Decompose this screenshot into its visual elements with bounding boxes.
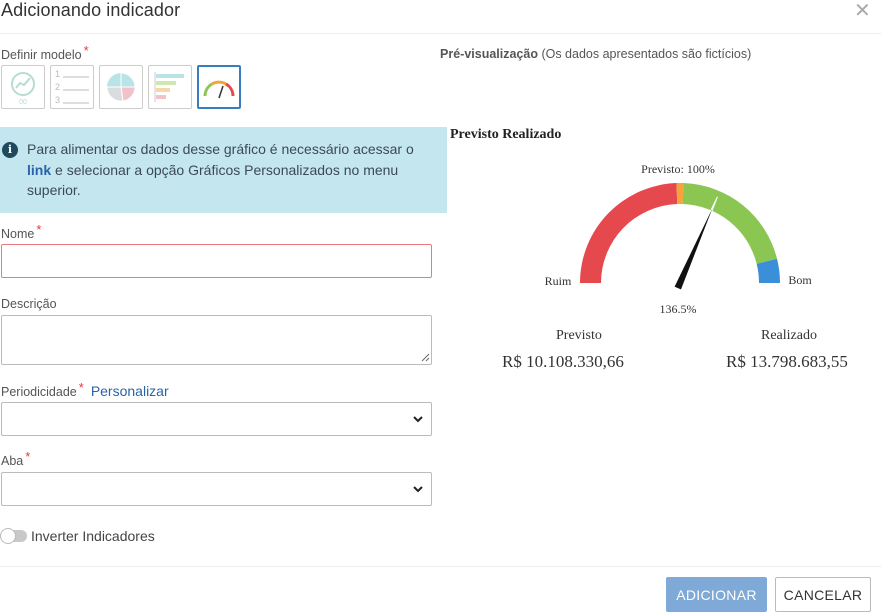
horizontal-bar-icon (154, 72, 184, 102)
required-mark: * (36, 222, 42, 237)
tab-label: Aba (1, 454, 24, 468)
info-alert: i Para alimentar os dados desse gráfico … (0, 127, 447, 213)
description-textarea[interactable] (1, 315, 432, 365)
actual-label: Realizado (761, 328, 817, 343)
footer-divider (0, 566, 881, 567)
model-option-horizontal-bar[interactable] (148, 65, 192, 109)
actual-value: R$ 13.798.683,55 (726, 352, 848, 371)
gauge-band-previsto (676, 183, 684, 205)
model-option-list[interactable]: 1 2 3 (50, 65, 94, 109)
info-icon: i (2, 142, 18, 158)
preview-label-rest: (Os dados apresentados são fictícios) (537, 47, 752, 61)
svg-text:1: 1 (55, 69, 60, 79)
model-option-line-chart[interactable]: 00 (1, 65, 45, 109)
chart-title: Previsto Realizado (450, 127, 562, 142)
preview-label-bold: Pré-visualização (440, 47, 538, 61)
invert-label: Inverter Indicadores (31, 528, 155, 544)
description-label: Descrição (1, 297, 57, 311)
tab-select[interactable] (1, 472, 432, 506)
model-option-pie[interactable] (99, 65, 143, 109)
model-selector: 00 1 2 3 (1, 65, 241, 109)
info-text-before: Para alimentar os dados desse gráfico é … (27, 141, 414, 157)
chevron-down-icon (413, 486, 423, 493)
gauge-needle (673, 196, 718, 291)
required-mark: * (25, 449, 31, 464)
pie-chart-icon (106, 72, 136, 102)
required-mark: * (83, 43, 89, 58)
gauge-value-label: 136.5% (660, 302, 697, 316)
toggle-knob (0, 528, 16, 544)
periodicity-label-wrapper: Periodicidade * Personalizar (1, 380, 169, 399)
svg-text:00: 00 (19, 99, 27, 105)
personalize-link[interactable]: Personalizar (91, 383, 169, 399)
gauge-chart: Previsto: 100% Ruim Bom 136.5% (545, 162, 813, 316)
invert-toggle[interactable] (0, 528, 27, 544)
numbered-list-icon: 1 2 3 (55, 69, 89, 105)
gauge-band-ruim (580, 183, 678, 283)
model-option-gauge[interactable] (197, 65, 241, 109)
info-text-after: e selecionar a opção Gráficos Personaliz… (27, 161, 399, 199)
gauge-right-label: Bom (788, 273, 812, 287)
tab-label-wrapper: Aba * (1, 449, 30, 468)
model-label-wrapper: Definir modelo * (1, 43, 89, 62)
svg-text:2: 2 (55, 82, 60, 92)
planned-value: R$ 10.108.330,66 (502, 352, 624, 371)
gauge-band-green (682, 183, 778, 264)
cancel-button[interactable]: CANCELAR (775, 577, 871, 612)
line-chart-icon: 00 (11, 72, 35, 105)
name-label: Nome (1, 227, 35, 241)
required-mark: * (78, 380, 84, 395)
gauge-left-label: Ruim (545, 274, 572, 288)
close-icon[interactable]: ✕ (854, 1, 871, 21)
periodicity-label: Periodicidade (1, 385, 77, 399)
gauge-icon (203, 80, 235, 99)
planned-label: Previsto (556, 328, 602, 343)
gauge-target-label: Previsto: 100% (641, 162, 715, 176)
name-input[interactable] (1, 244, 432, 278)
resize-grip-icon[interactable] (421, 353, 430, 362)
periodicity-select[interactable] (1, 402, 432, 436)
model-label: Definir modelo (1, 48, 82, 62)
info-link[interactable]: link (27, 162, 51, 178)
name-label-wrapper: Nome * (1, 222, 41, 241)
header-divider (0, 33, 881, 34)
preview-label: Pré-visualização (Os dados apresentados … (440, 47, 751, 61)
add-button[interactable]: ADICIONAR (666, 577, 767, 612)
svg-text:3: 3 (55, 95, 60, 105)
dialog-title: Adicionando indicador (1, 0, 181, 20)
chevron-down-icon (413, 416, 423, 423)
